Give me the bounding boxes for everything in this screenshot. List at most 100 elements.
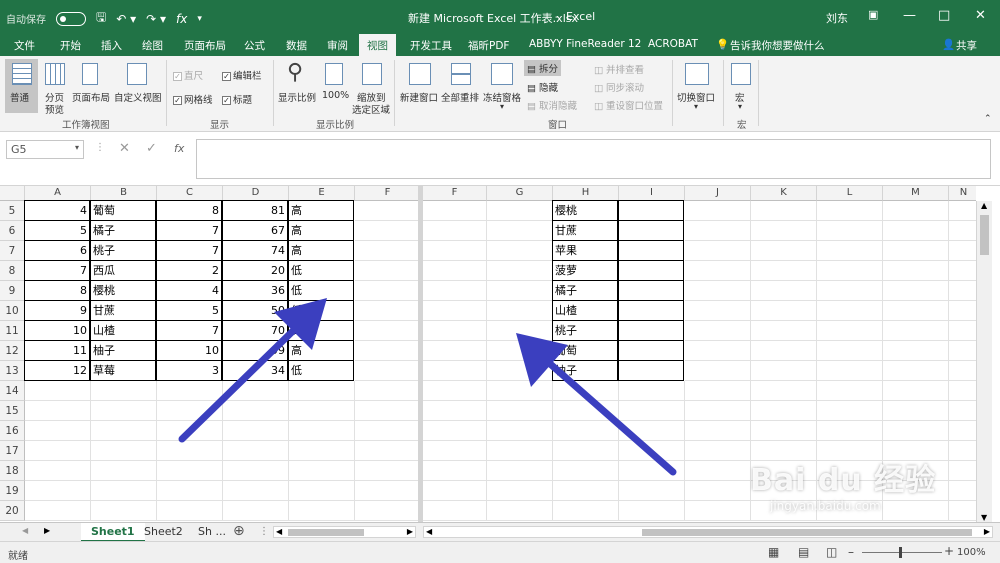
cell[interactable]: 菠萝 xyxy=(552,260,618,281)
cell[interactable]: 4 xyxy=(156,280,222,301)
tab-foxit-pdf[interactable]: 福昕PDF xyxy=(468,38,509,53)
cell[interactable] xyxy=(289,381,355,401)
cell[interactable] xyxy=(223,481,289,501)
cell[interactable] xyxy=(487,321,553,341)
cell[interactable] xyxy=(685,481,751,501)
cell[interactable] xyxy=(553,461,619,481)
unhide-button[interactable]: ▤ 取消隐藏 xyxy=(527,98,577,112)
cell[interactable] xyxy=(751,381,817,401)
cell[interactable]: 99 xyxy=(222,340,288,361)
column-header[interactable]: D xyxy=(223,186,289,201)
cell[interactable] xyxy=(883,281,949,301)
cell[interactable] xyxy=(157,441,223,461)
tab-insert[interactable]: 插入 xyxy=(101,38,122,53)
cell[interactable]: 低 xyxy=(288,260,354,281)
cell[interactable]: 葡萄 xyxy=(552,340,618,361)
cell[interactable] xyxy=(949,301,976,321)
cell[interactable] xyxy=(223,501,289,521)
cell[interactable] xyxy=(619,461,685,481)
cell[interactable]: 低 xyxy=(288,280,354,301)
cell[interactable] xyxy=(883,381,949,401)
cell[interactable] xyxy=(423,481,487,501)
user-name[interactable]: 刘东 xyxy=(826,10,848,26)
cell[interactable] xyxy=(553,441,619,461)
reset-position-button[interactable]: ◫ 重设窗口位置 xyxy=(594,98,663,112)
cell[interactable] xyxy=(223,461,289,481)
cell[interactable] xyxy=(619,381,685,401)
cell[interactable] xyxy=(949,441,976,461)
left-horizontal-scrollbar[interactable]: ◀ ▶ xyxy=(273,526,416,538)
cell[interactable] xyxy=(949,341,976,361)
cell[interactable]: 9 xyxy=(24,300,90,321)
vertical-scrollbar[interactable]: ▲ ▼ xyxy=(976,201,992,525)
tab-formulas[interactable]: 公式 xyxy=(244,38,265,53)
cell[interactable] xyxy=(685,221,751,241)
cell[interactable] xyxy=(487,281,553,301)
custom-views-label[interactable]: 自定义视图 xyxy=(114,90,162,104)
cell[interactable] xyxy=(685,361,751,381)
cell[interactable]: 草莓 xyxy=(90,360,156,381)
page-break-preview-label-2[interactable]: 预览 xyxy=(45,102,64,116)
cell[interactable] xyxy=(618,340,684,361)
cell[interactable] xyxy=(618,280,684,301)
cell[interactable] xyxy=(817,421,883,441)
autosave-toggle[interactable] xyxy=(56,11,86,26)
cell[interactable] xyxy=(751,221,817,241)
cell[interactable] xyxy=(883,321,949,341)
cell[interactable] xyxy=(817,321,883,341)
cell[interactable] xyxy=(423,281,487,301)
cell[interactable] xyxy=(487,301,553,321)
cell[interactable] xyxy=(949,201,976,221)
cell[interactable] xyxy=(883,341,949,361)
cell[interactable] xyxy=(553,381,619,401)
cell[interactable]: 高 xyxy=(288,340,354,361)
arrange-all-button[interactable]: 全部重排 xyxy=(441,90,479,104)
cell[interactable] xyxy=(355,401,418,421)
cell[interactable] xyxy=(949,381,976,401)
cell[interactable]: 36 xyxy=(222,280,288,301)
scroll-up-icon[interactable]: ▲ xyxy=(981,201,987,210)
cell[interactable] xyxy=(685,461,751,481)
cell[interactable]: 2 xyxy=(156,260,222,281)
cell[interactable] xyxy=(25,461,91,481)
share-button[interactable]: 共享 xyxy=(956,38,977,53)
cell[interactable] xyxy=(883,221,949,241)
cell[interactable] xyxy=(751,241,817,261)
cell[interactable] xyxy=(289,441,355,461)
cell[interactable] xyxy=(91,381,157,401)
cell[interactable] xyxy=(289,401,355,421)
cell[interactable] xyxy=(25,441,91,461)
cell[interactable] xyxy=(355,341,418,361)
function-icon[interactable]: fx xyxy=(176,12,187,26)
cell[interactable] xyxy=(355,421,418,441)
cell[interactable] xyxy=(817,221,883,241)
cell[interactable]: 葡萄 xyxy=(90,200,156,221)
zoom-level[interactable]: 100% xyxy=(957,547,986,558)
cell[interactable]: 8 xyxy=(156,200,222,221)
cell[interactable] xyxy=(618,260,684,281)
cell[interactable] xyxy=(91,441,157,461)
cell[interactable]: 高 xyxy=(288,200,354,221)
cell[interactable] xyxy=(685,341,751,361)
cell[interactable] xyxy=(355,381,418,401)
cell[interactable] xyxy=(619,421,685,441)
tab-review[interactable]: 审阅 xyxy=(327,38,348,53)
cell[interactable] xyxy=(685,301,751,321)
close-icon[interactable]: ✕ xyxy=(975,8,986,23)
row-header[interactable]: 5 xyxy=(0,201,25,221)
cell[interactable] xyxy=(355,481,418,501)
cell[interactable] xyxy=(423,361,487,381)
cell[interactable] xyxy=(25,381,91,401)
cell[interactable] xyxy=(949,281,976,301)
cell[interactable] xyxy=(355,501,418,521)
tab-abbyy[interactable]: ABBYY FineReader 12 xyxy=(529,38,641,50)
cell[interactable] xyxy=(423,301,487,321)
cell[interactable]: 4 xyxy=(24,200,90,221)
zoom-slider-thumb[interactable] xyxy=(899,547,902,558)
cell[interactable] xyxy=(949,401,976,421)
undo-icon[interactable]: ↶ ▾ xyxy=(116,12,136,26)
zoom-button[interactable]: 显示比例 xyxy=(278,90,316,104)
cell[interactable]: 高 xyxy=(288,320,354,341)
right-horizontal-scrollbar[interactable]: ◀ ▶ xyxy=(423,526,993,538)
headings-checkbox[interactable]: ✓ 标题 xyxy=(222,92,252,106)
